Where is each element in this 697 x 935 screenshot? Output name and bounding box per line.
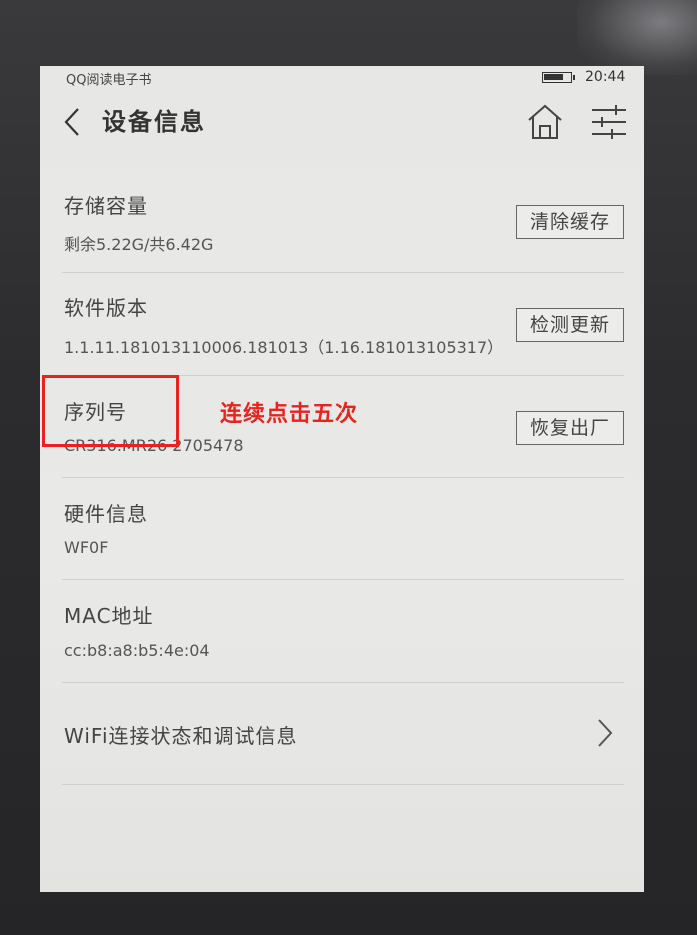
software-version-label: 软件版本 (64, 296, 148, 320)
home-icon[interactable] (524, 102, 566, 142)
clear-cache-button[interactable]: 清除缓存 (516, 205, 624, 239)
divider (62, 784, 624, 785)
chevron-right-icon[interactable] (596, 718, 614, 748)
device-screen: QQ阅读电子书 20:44 设备信息 存储容量 剩余5.22G/共6.42G 清… (40, 66, 644, 892)
divider (62, 477, 624, 478)
factory-reset-button[interactable]: 恢复出厂 (516, 411, 624, 445)
check-update-button[interactable]: 检测更新 (516, 308, 624, 342)
software-version-value: 1.1.11.181013110006.181013（1.16.18101310… (64, 338, 504, 357)
divider (62, 272, 624, 273)
storage-label: 存储容量 (64, 194, 148, 218)
mac-address-value: cc:b8:a8:b5:4e:04 (64, 641, 210, 660)
annotation-text: 连续点击五次 (220, 402, 359, 427)
status-app-name: QQ阅读电子书 (66, 73, 152, 88)
wifi-debug-label[interactable]: WiFi连接状态和调试信息 (64, 720, 298, 749)
page-title: 设备信息 (102, 108, 206, 136)
mac-address-label: MAC地址 (64, 604, 154, 628)
divider (62, 579, 624, 580)
settings-sliders-icon[interactable] (590, 104, 628, 140)
battery-icon (542, 72, 575, 83)
bezel-glare (577, 0, 697, 75)
page-header: 设备信息 (40, 88, 644, 158)
hardware-info-value: WF0F (64, 538, 109, 557)
hardware-info-label: 硬件信息 (64, 502, 148, 526)
storage-value: 剩余5.22G/共6.42G (64, 235, 214, 254)
divider (62, 682, 624, 683)
status-time: 20:44 (585, 69, 626, 85)
status-bar: QQ阅读电子书 20:44 (40, 66, 644, 88)
back-icon[interactable] (60, 106, 84, 138)
highlight-box (42, 375, 179, 447)
